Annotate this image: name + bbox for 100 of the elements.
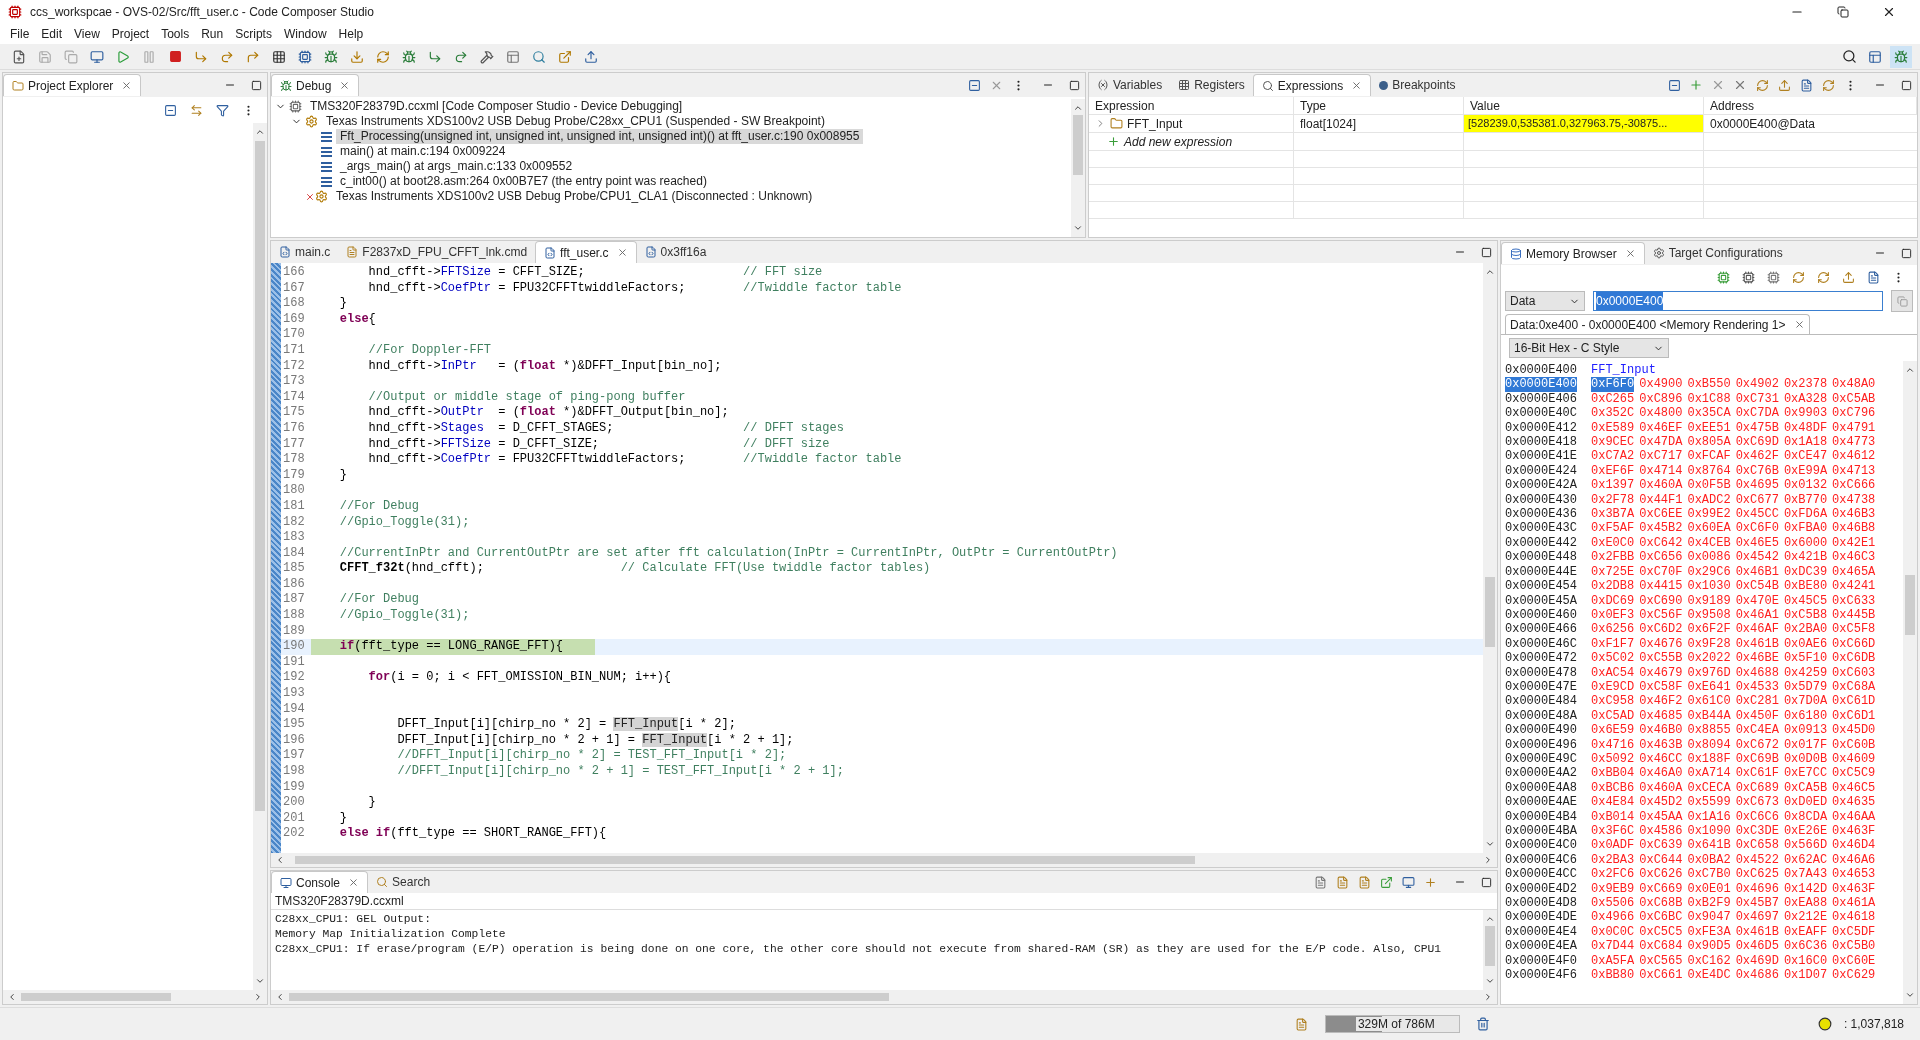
memory-address[interactable]: 0x0000E40C [1505,406,1577,421]
memory-address[interactable]: 0x0000E490 [1505,723,1577,738]
memory-value[interactable]: 0x60EA [1687,521,1731,536]
tree-item[interactable]: _args_main() at args_main.c:133 0x009552 [336,159,577,174]
memory-value[interactable]: 0xC669 [1639,881,1683,897]
memory-value[interactable]: 0xC66D [1832,636,1876,652]
memory-value[interactable]: 0xC6D1 [1832,708,1876,724]
memory-value[interactable]: 0xEE51 [1687,420,1731,436]
scroll-down-icon[interactable] [1073,223,1083,233]
memory-value[interactable]: 0xA5FA [1591,953,1635,969]
format-select[interactable]: 16-Bit Hex - C Style [1509,338,1669,358]
memory-value[interactable]: 0x4902 [1735,377,1779,392]
scroll-right-icon[interactable] [1483,855,1493,865]
memory-value[interactable]: 0x7A43 [1783,867,1828,882]
memory-value[interactable]: 0x421B [1783,550,1828,565]
memory-value[interactable]: 0x463F [1832,824,1876,839]
memory-value[interactable]: 0x46AF [1735,622,1779,637]
memory-value[interactable]: 0x1A16 [1687,809,1731,824]
tree-item[interactable]: TMS320F28379D.ccxml [Code Composer Studio - Device Debugging] [306,99,687,114]
memory-value[interactable]: 0xC633 [1832,593,1876,608]
memory-value[interactable]: 0xC281 [1735,694,1779,709]
column-header[interactable]: Address [1704,97,1917,115]
view-tab[interactable]: Variables [1089,74,1171,96]
memory-value[interactable]: 0x0F5B [1687,478,1731,493]
memory-value[interactable]: 0x46B0 [1639,723,1683,738]
menu-item[interactable]: Help [332,25,370,43]
memory-value[interactable]: 0x45D2 [1639,795,1683,810]
memory-value[interactable]: 0xC69D [1735,435,1779,450]
memory-value[interactable]: 0x4676 [1639,636,1683,652]
scroll-down-icon[interactable] [1485,976,1495,986]
memory-value[interactable]: 0xC5C5 [1639,924,1683,940]
memory-address[interactable]: 0x0000E4F0 [1505,953,1577,969]
memory-address[interactable]: 0x0000E43C [1505,521,1577,536]
memory-value[interactable]: 0xEAFF [1783,924,1828,940]
memory-value[interactable]: 0xC684 [1639,939,1683,954]
menu-item[interactable]: Edit [35,25,69,43]
memory-value[interactable]: 0xC565 [1639,953,1683,969]
memory-value[interactable]: 0x805A [1687,435,1731,450]
memory-value[interactable]: 0xF6F0 [1591,377,1635,392]
scroll-up-icon[interactable] [1905,365,1915,375]
memory-value[interactable]: 0x48A0 [1832,377,1876,392]
memory-value[interactable]: 0xC644 [1639,852,1683,868]
memory-value[interactable]: 0x8855 [1687,723,1731,738]
memory-value[interactable]: 0x4533 [1735,679,1779,695]
memory-value[interactable]: 0x61C0 [1687,694,1731,709]
memory-address[interactable]: 0x0000E4A8 [1505,780,1577,796]
memory-value[interactable]: 0x470E [1735,593,1779,608]
memory-value[interactable]: 0x46A6 [1832,852,1876,868]
memory-value[interactable]: 0x6E59 [1591,723,1635,738]
memory-value[interactable]: 0xFD6A [1783,507,1828,522]
memory-value[interactable]: 0xC642 [1639,535,1683,551]
memory-value[interactable]: 0xC6BC [1639,910,1683,925]
memory-value[interactable]: 0xC672 [1735,737,1779,752]
memory-value[interactable]: 0x2378 [1783,377,1828,392]
memory-value[interactable]: 0xC56F [1639,607,1683,623]
memory-value[interactable]: 0xC656 [1639,550,1683,565]
scroll-up-icon[interactable] [1485,267,1495,277]
memory-value[interactable]: 0xBE80 [1783,579,1828,594]
memory-address[interactable]: 0x0000E4C6 [1505,852,1577,868]
memory-address[interactable]: 0x0000E4BA [1505,824,1577,839]
memory-value[interactable]: 0x7D0A [1783,694,1828,709]
memory-value[interactable]: 0x45C5 [1783,593,1828,608]
memory-value[interactable]: 0x4685 [1639,708,1683,724]
memory-value[interactable]: 0x0E01 [1687,881,1731,897]
memory-value[interactable]: 0x9047 [1687,910,1731,925]
memory-address[interactable]: 0x0000E448 [1505,550,1577,565]
memory-address[interactable]: 0x0000E466 [1505,622,1577,637]
memory-value[interactable]: 0x463B [1639,737,1683,752]
memory-address[interactable]: 0x0000E412 [1505,420,1577,436]
memory-value[interactable]: 0x45B2 [1639,521,1683,536]
scroll-down-icon[interactable] [1485,839,1495,849]
memory-value[interactable]: 0x1A18 [1783,435,1828,450]
memory-value[interactable]: 0xC61F [1735,766,1779,781]
memory-value[interactable]: 0x475B [1735,420,1779,436]
memory-value[interactable]: 0xC629 [1832,968,1876,983]
debug-perspective-icon[interactable] [1890,45,1912,68]
memory-value[interactable]: 0xC76B [1735,463,1779,479]
memory-value[interactable]: 0x46BE [1735,651,1779,666]
memory-address[interactable]: 0x0000E4CC [1505,867,1577,882]
memory-value[interactable]: 0x16C0 [1783,953,1828,969]
memory-address[interactable]: 0x0000E47E [1505,679,1577,695]
address-field[interactable]: 0x0000E400 [1593,291,1883,311]
memory-address[interactable]: 0x0000E484 [1505,694,1577,709]
memory-value[interactable]: 0x0AE6 [1783,636,1828,652]
memory-value[interactable]: 0x460A [1639,478,1683,493]
scroll-left-icon[interactable] [275,992,285,1002]
memory-value[interactable]: 0xFE3A [1687,924,1731,940]
memory-value[interactable]: 0x29C6 [1687,564,1731,580]
memory-value[interactable]: 0x465A [1832,564,1876,580]
memory-value[interactable]: 0x46E5 [1735,535,1779,551]
memory-value[interactable]: 0x4773 [1832,435,1876,450]
view-tab[interactable]: 0x3ff16a [636,241,715,263]
memory-value[interactable]: 0x4415 [1639,579,1683,594]
memory-value[interactable]: 0xC3DE [1735,824,1779,839]
memory-value[interactable]: 0x2022 [1687,651,1731,666]
menu-item[interactable]: View [68,25,106,43]
tree-item[interactable]: Texas Instruments XDS100v2 USB Debug Probe/C28xx_CPU1 (Suspended - SW Breakpoint) [322,114,829,129]
memory-value[interactable]: 0x9508 [1687,607,1731,623]
memory-value[interactable]: 0x46C3 [1832,550,1876,565]
memory-value[interactable]: 0xBB04 [1591,766,1635,781]
